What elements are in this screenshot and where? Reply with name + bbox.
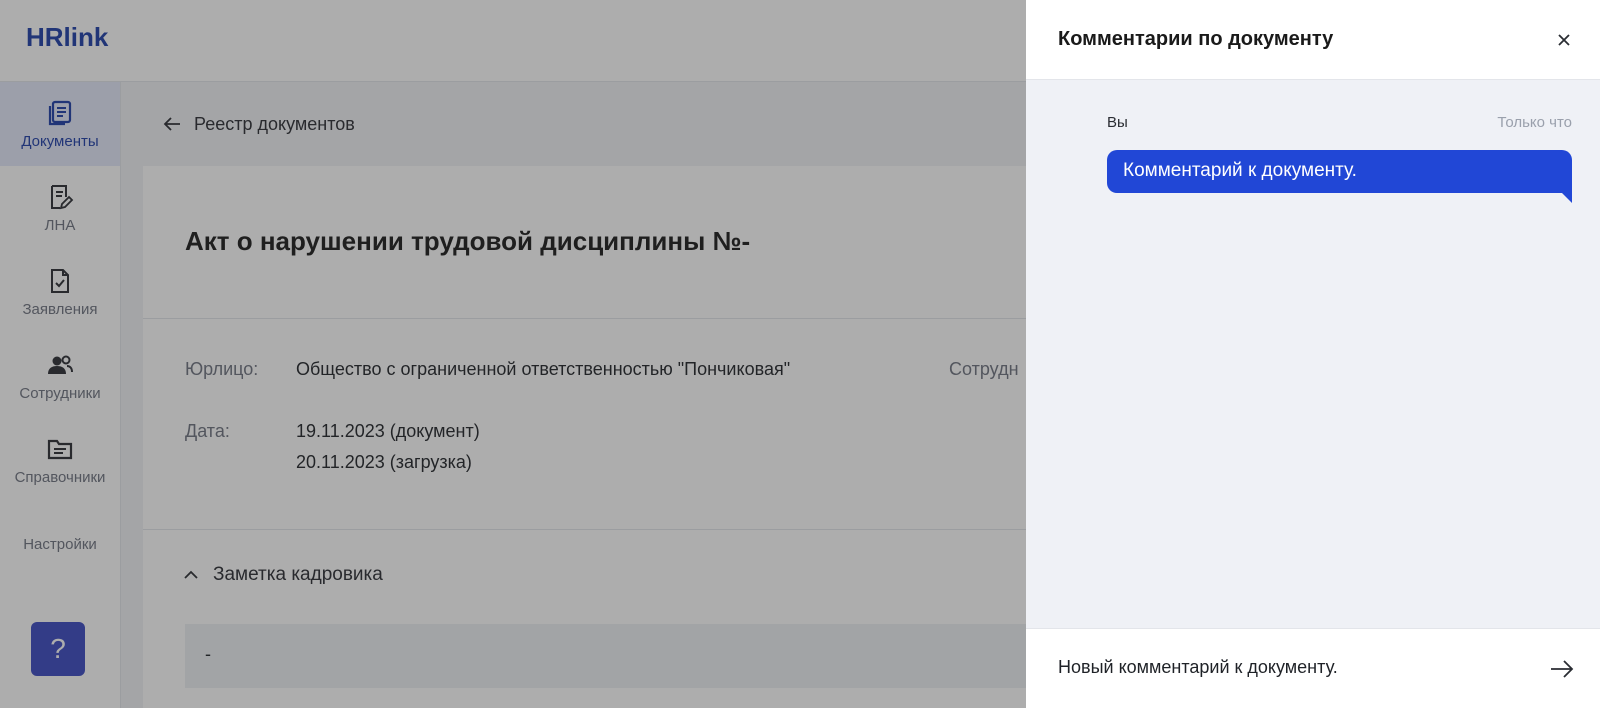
- close-icon: [1558, 34, 1570, 46]
- comment-bubble: Комментарий к документу.: [1107, 150, 1572, 193]
- send-comment-button[interactable]: [1546, 653, 1578, 685]
- comment-timestamp: Только что: [1497, 114, 1572, 131]
- modal-backdrop[interactable]: [0, 0, 1026, 708]
- new-comment-input[interactable]: [1058, 657, 1528, 678]
- comments-panel: Комментарии по документу Вы Только что К…: [1026, 0, 1600, 708]
- comment-bubble-tail: [1562, 193, 1572, 203]
- close-button[interactable]: [1552, 28, 1576, 52]
- comments-panel-header: Комментарии по документу: [1026, 0, 1600, 80]
- comments-panel-title: Комментарии по документу: [1058, 28, 1334, 50]
- arrow-right-icon: [1551, 660, 1574, 678]
- comment-composer: [1026, 628, 1600, 708]
- comment-author: Вы: [1107, 114, 1128, 131]
